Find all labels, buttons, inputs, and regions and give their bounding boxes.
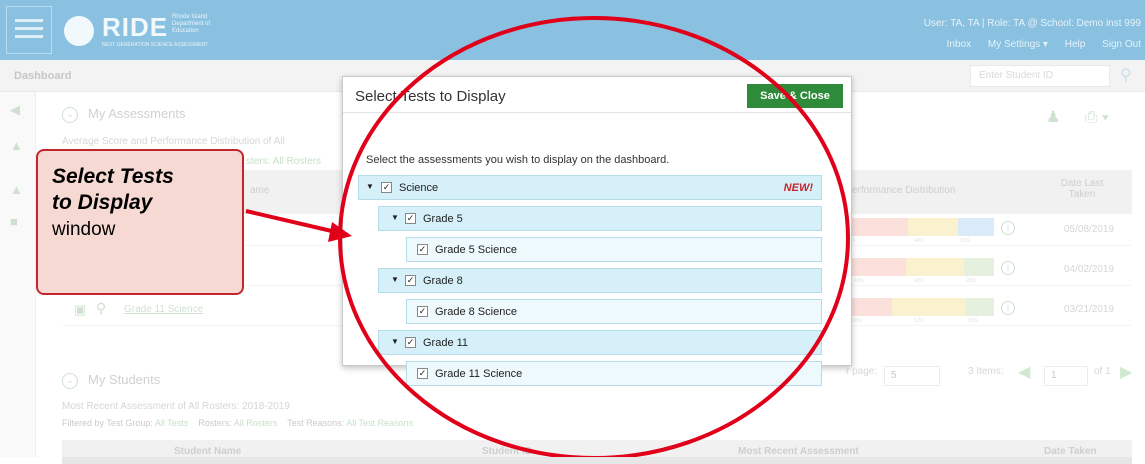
annotation-arrow-line [245, 209, 337, 234]
annotation-overlay [245, 16, 850, 457]
highlight-ellipse [338, 16, 850, 457]
